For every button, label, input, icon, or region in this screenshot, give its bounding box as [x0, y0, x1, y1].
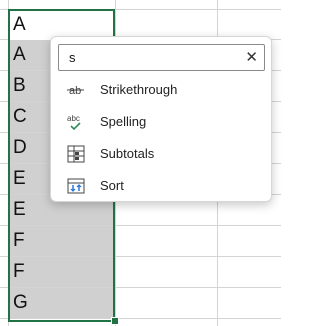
menu-item-sort[interactable]: Sort — [51, 170, 271, 202]
svg-text:abc: abc — [67, 114, 80, 123]
menu-item-label: Subtotals — [100, 146, 155, 161]
menu-item-label: Spelling — [100, 114, 147, 129]
close-icon[interactable]: ✕ — [245, 45, 258, 70]
menu-item-subtotals[interactable]: Subtotals — [51, 138, 271, 170]
cell-a8[interactable]: F — [9, 226, 114, 256]
search-value: s — [69, 50, 76, 65]
menu-item-label: Sort — [100, 178, 124, 193]
strikethrough-icon: ab — [67, 81, 85, 99]
command-search-popup: s ✕ ab Strikethrough abc Spelling Subtot… — [50, 36, 272, 202]
menu-item-label: Strikethrough — [100, 82, 178, 97]
cell-a10[interactable]: G — [9, 288, 114, 318]
menu-item-strikethrough[interactable]: ab Strikethrough — [51, 74, 271, 106]
subtotals-icon — [67, 145, 85, 163]
menu-item-spelling[interactable]: abc Spelling — [51, 106, 271, 138]
search-input[interactable]: s ✕ — [58, 44, 265, 71]
sort-icon — [67, 177, 85, 195]
spelling-icon: abc — [67, 113, 85, 131]
svg-text:ab: ab — [69, 85, 81, 97]
grid-line — [0, 318, 281, 319]
cell-a9[interactable]: F — [9, 257, 114, 287]
fill-handle[interactable] — [111, 317, 119, 325]
